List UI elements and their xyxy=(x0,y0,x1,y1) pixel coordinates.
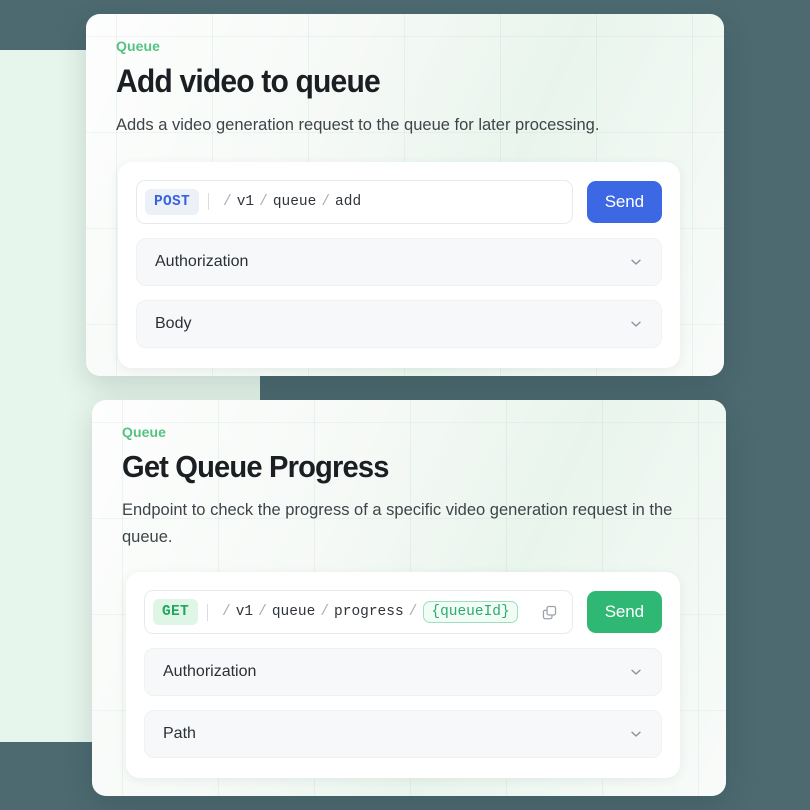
path-separator: / xyxy=(259,193,268,210)
path-separator: / xyxy=(258,604,267,621)
chevron-down-icon xyxy=(629,665,643,679)
url-bar[interactable]: GET / v1 / queue / progress / {queueId} xyxy=(144,590,573,635)
path-separator: / xyxy=(408,604,418,621)
card-description: Endpoint to check the progress of a spec… xyxy=(122,500,673,547)
section-label: Body xyxy=(155,314,192,332)
section-label: Authorization xyxy=(163,663,257,681)
request-panel: GET / v1 / queue / progress / {queueId} xyxy=(126,572,680,779)
path-separator: / xyxy=(222,604,231,621)
chevron-down-icon xyxy=(629,255,643,269)
divider xyxy=(208,193,210,211)
endpoint-path: / v1 / queue / progress / {queueId} xyxy=(217,601,518,624)
path-segment: queue xyxy=(271,604,316,621)
request-panel: POST / v1 / queue / add Send Authorizati… xyxy=(118,161,680,368)
page-title: Add video to queue xyxy=(116,63,381,99)
endpoint-row: GET / v1 / queue / progress / {queueId} xyxy=(144,590,662,635)
section-label: Path xyxy=(163,725,196,743)
card-eyebrow: Queue xyxy=(122,424,167,440)
endpoint-card-queue-progress: Queue Get Queue Progress Endpoint to che… xyxy=(92,400,726,796)
card-header: Queue Get Queue Progress Endpoint to che… xyxy=(92,400,726,552)
path-segment: queue xyxy=(272,193,317,210)
path-segment: add xyxy=(335,193,362,210)
method-badge: POST xyxy=(145,188,200,215)
copy-icon[interactable] xyxy=(538,599,564,625)
card-eyebrow: Queue xyxy=(116,38,161,54)
page-title: Get Queue Progress xyxy=(122,449,389,484)
section-label: Authorization xyxy=(155,252,249,270)
path-separator: / xyxy=(321,193,331,210)
method-badge: GET xyxy=(153,599,199,626)
send-button[interactable]: Send xyxy=(586,591,662,634)
path-separator: / xyxy=(320,604,330,621)
send-button[interactable]: Send xyxy=(586,180,662,223)
path-segment: v1 xyxy=(236,193,255,210)
card-description: Adds a video generation request to the q… xyxy=(116,115,600,134)
chevron-down-icon xyxy=(629,317,643,331)
chevron-down-icon xyxy=(629,727,643,741)
path-separator: / xyxy=(223,193,232,210)
divider xyxy=(207,603,209,621)
endpoint-card-add-video: Queue Add video to queue Adds a video ge… xyxy=(86,14,724,376)
section-authorization[interactable]: Authorization xyxy=(144,648,662,697)
section-body[interactable]: Body xyxy=(136,299,662,348)
url-bar[interactable]: POST / v1 / queue / add xyxy=(136,179,573,224)
path-segment: progress xyxy=(334,604,404,621)
path-segment: v1 xyxy=(235,604,254,621)
path-parameter[interactable]: {queueId} xyxy=(423,601,518,624)
endpoint-row: POST / v1 / queue / add Send xyxy=(136,179,662,224)
section-authorization[interactable]: Authorization xyxy=(136,237,662,286)
page-root: Queue Add video to queue Adds a video ge… xyxy=(0,0,810,810)
card-header: Queue Add video to queue Adds a video ge… xyxy=(86,14,724,140)
endpoint-path: / v1 / queue / add xyxy=(218,194,361,210)
section-path[interactable]: Path xyxy=(144,710,662,759)
